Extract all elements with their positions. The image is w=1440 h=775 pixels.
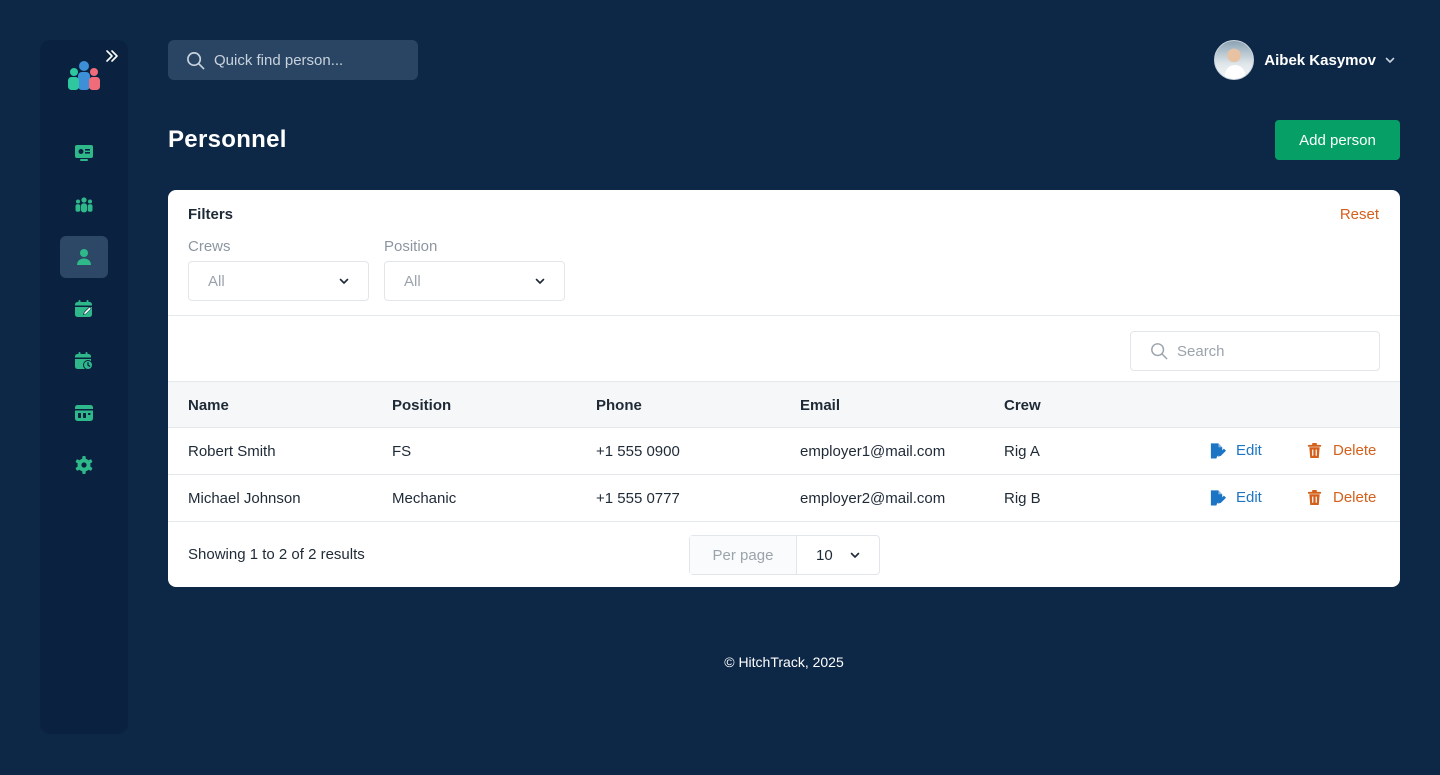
edit-label: Edit (1236, 489, 1262, 506)
cell-name: Robert Smith (188, 443, 276, 460)
gear-icon (75, 456, 93, 474)
search-icon (187, 51, 205, 69)
crews-filter-value: All (208, 272, 225, 290)
quick-find-input[interactable] (214, 51, 404, 69)
search-icon (1151, 343, 1168, 360)
reset-filters-link[interactable]: Reset (1340, 206, 1379, 223)
chevron-down-icon (850, 552, 860, 558)
cell-phone: +1 555 0777 (596, 490, 680, 507)
person-icon (77, 249, 91, 265)
crews-filter-label: Crews (188, 238, 231, 255)
app-logo-icon (66, 60, 102, 92)
monitor-icon (75, 145, 93, 161)
table-search[interactable] (1130, 331, 1380, 371)
cell-position: Mechanic (392, 490, 457, 507)
cell-crew: Rig B (1004, 490, 1041, 507)
edit-label: Edit (1236, 442, 1262, 459)
per-page-value: 10 (816, 546, 833, 564)
per-page-label: Per page (690, 536, 797, 574)
cell-phone: +1 555 0900 (596, 443, 680, 460)
chevron-down-icon (535, 278, 545, 284)
expand-sidebar-icon[interactable] (104, 48, 120, 64)
cell-name: Michael Johnson (188, 490, 301, 507)
page-title: Personnel (168, 126, 287, 153)
sidebar-item-settings[interactable] (60, 444, 108, 486)
cell-crew: Rig A (1004, 443, 1040, 460)
delete-label: Delete (1333, 442, 1377, 459)
position-filter-value: All (404, 272, 421, 290)
table-search-input[interactable] (1177, 342, 1367, 360)
edit-button[interactable]: Edit (1209, 489, 1262, 506)
dashboard-icon (75, 405, 93, 421)
sidebar-item-personnel[interactable] (60, 236, 108, 278)
position-filter-label: Position (384, 238, 438, 255)
column-header-phone[interactable]: Phone (596, 397, 642, 414)
edit-icon (1210, 443, 1226, 459)
sidebar-item-reports[interactable] (60, 392, 108, 434)
column-header-position[interactable]: Position (392, 397, 451, 414)
delete-label: Delete (1333, 489, 1377, 506)
results-summary: Showing 1 to 2 of 2 results (188, 546, 365, 563)
cell-email: employer2@mail.com (800, 490, 946, 507)
avatar (1214, 40, 1255, 80)
calendar-clock-icon (75, 352, 93, 370)
column-header-email[interactable]: Email (800, 397, 840, 414)
quick-find-search[interactable] (168, 40, 418, 80)
trash-icon (1307, 489, 1322, 506)
sidebar-item-dashboard[interactable] (60, 132, 108, 174)
crews-filter-select[interactable]: All (188, 261, 369, 301)
table-row: Robert Smith FS +1 555 0900 employer1@ma… (168, 428, 1400, 475)
edit-button[interactable]: Edit (1209, 442, 1262, 459)
table-row: Michael Johnson Mechanic +1 555 0777 emp… (168, 475, 1400, 522)
per-page-select[interactable]: 10 (797, 536, 879, 574)
sidebar-item-calendar[interactable] (60, 340, 108, 382)
table-header: Name Position Phone Email Crew (168, 381, 1400, 428)
footer-copyright: © HitchTrack, 2025 (724, 654, 844, 670)
column-header-crew[interactable]: Crew (1004, 397, 1041, 414)
position-filter-select[interactable]: All (384, 261, 565, 301)
sidebar (40, 40, 128, 734)
chevron-down-icon (339, 278, 349, 284)
edit-icon (1210, 490, 1226, 506)
calendar-edit-icon (75, 300, 92, 317)
column-header-name[interactable]: Name (188, 397, 229, 414)
chevron-down-icon (1385, 57, 1395, 63)
filters-title: Filters (188, 206, 234, 223)
trash-icon (1307, 442, 1322, 459)
user-menu[interactable]: Aibek Kasymov (1214, 40, 1396, 80)
delete-button[interactable]: Delete (1306, 442, 1376, 459)
user-name: Aibek Kasymov (1264, 51, 1376, 69)
per-page-control: Per page 10 (689, 535, 880, 575)
cell-email: employer1@mail.com (800, 443, 946, 460)
team-icon (75, 197, 93, 213)
personnel-card: Filters Reset Crews All Position All Nam… (168, 190, 1400, 587)
delete-button[interactable]: Delete (1306, 489, 1376, 506)
add-person-button[interactable]: Add person (1275, 120, 1400, 160)
cell-position: FS (392, 443, 412, 460)
sidebar-item-schedule[interactable] (60, 288, 108, 330)
divider (168, 315, 1400, 316)
sidebar-item-crews[interactable] (60, 184, 108, 226)
